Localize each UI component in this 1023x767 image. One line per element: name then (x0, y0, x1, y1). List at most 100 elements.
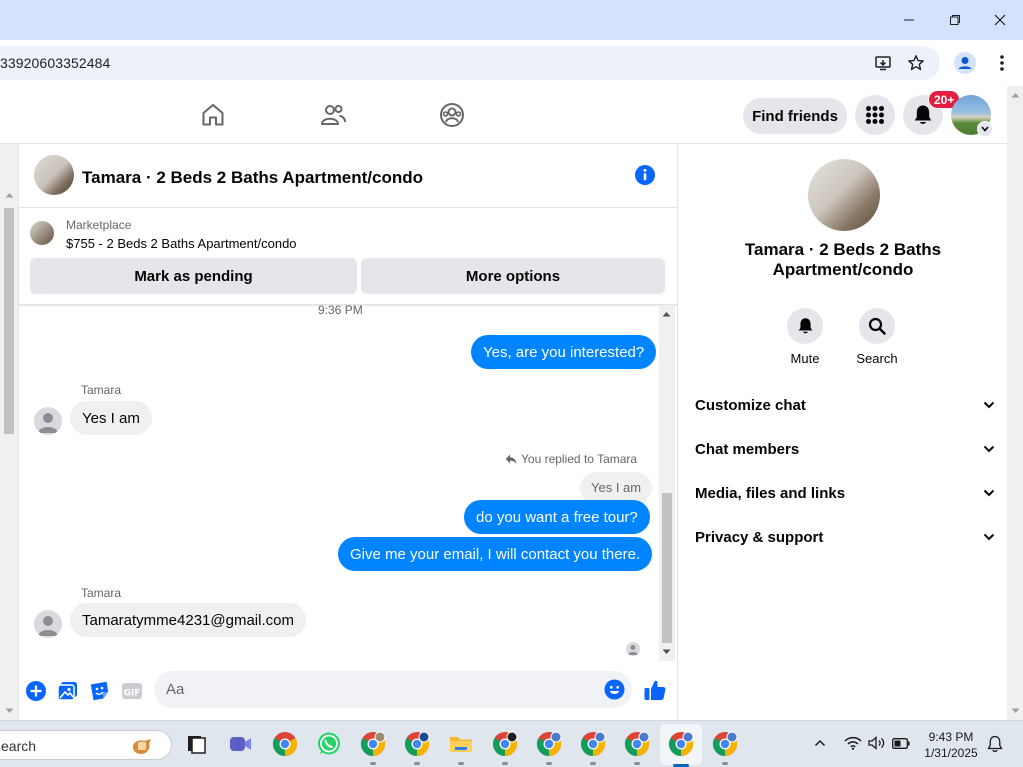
privacy-support-label: Privacy & support (695, 528, 824, 546)
details-title-line1: Tamara · 2 Beds 2 Baths (744, 240, 942, 259)
scroll-up-arrow-icon[interactable] (662, 311, 671, 317)
meet-video-icon[interactable] (227, 731, 253, 757)
message-input[interactable] (166, 671, 586, 708)
chat-members-label: Chat members (695, 440, 800, 458)
message-scrollbar[interactable] (659, 305, 675, 661)
thumbs-up-icon[interactable] (643, 678, 667, 702)
outgoing-message[interactable]: Give me your email, I will contact you t… (338, 537, 653, 571)
close-window-button[interactable] (977, 0, 1023, 40)
search-action[interactable]: Search (847, 308, 907, 366)
plus-circle-icon[interactable] (25, 680, 47, 702)
customize-chat-section[interactable]: Customize chat (695, 393, 995, 417)
browser-titlebar (0, 0, 1023, 40)
friends-icon[interactable] (320, 102, 346, 128)
mute-action[interactable]: Mute (775, 308, 835, 366)
mute-label: Mute (790, 351, 820, 366)
restore-icon (950, 15, 960, 25)
mute-button[interactable] (787, 308, 823, 344)
search-icon (868, 317, 886, 335)
browser-menu-icon[interactable] (992, 51, 1012, 75)
more-options-button[interactable]: More options (361, 258, 665, 294)
chat-title[interactable]: Tamara · 2 Beds 2 Baths Apartment/condo (82, 168, 423, 188)
message-scroll-thumb[interactable] (662, 493, 672, 643)
scroll-up-arrow-icon[interactable] (1011, 92, 1020, 98)
chevron-down-icon (981, 126, 989, 132)
scroll-down-arrow-icon[interactable] (5, 708, 14, 714)
listing-thumbnail[interactable] (30, 221, 54, 245)
chrome-profile-icon[interactable] (624, 731, 650, 757)
mark-as-pending-button[interactable]: Mark as pending (30, 258, 357, 294)
incoming-message[interactable]: Tamaratymme4231@gmail.com (70, 603, 306, 637)
bell-icon (798, 318, 812, 334)
chrome-profile-icon[interactable] (536, 731, 562, 757)
incoming-message[interactable]: Yes I am (70, 401, 152, 435)
scroll-up-arrow-icon[interactable] (5, 192, 14, 198)
bookmark-star-icon[interactable] (907, 54, 925, 72)
omnibox[interactable]: 33920603352484 (0, 46, 940, 80)
url-text[interactable]: 33920603352484 (0, 55, 110, 71)
maximize-button[interactable] (932, 0, 978, 40)
media-files-links-label: Media, files and links (695, 484, 846, 502)
menu-button[interactable] (855, 95, 895, 135)
photo-gallery-icon[interactable] (57, 680, 79, 702)
outgoing-message[interactable]: Yes, are you interested? (471, 335, 657, 369)
volume-icon[interactable] (868, 736, 886, 750)
install-app-icon[interactable] (874, 54, 892, 72)
chevron-down-icon (983, 401, 995, 409)
taskbar-search-text: earch (1, 738, 37, 754)
chrome-profile-icon[interactable] (580, 731, 606, 757)
sender-avatar[interactable] (34, 610, 62, 638)
scroll-down-arrow-icon[interactable] (1011, 708, 1020, 714)
scroll-down-arrow-icon[interactable] (662, 649, 671, 655)
sender-avatar[interactable] (34, 407, 62, 435)
message-timestamp: 9:36 PM (318, 305, 363, 317)
groups-icon[interactable] (439, 102, 465, 128)
running-indicator (370, 762, 376, 765)
page-scrollbar[interactable] (1007, 86, 1023, 720)
info-icon[interactable] (635, 165, 655, 185)
media-files-links-section[interactable]: Media, files and links (695, 481, 995, 505)
chrome-profile-icon[interactable] (360, 731, 386, 757)
minimize-button[interactable] (886, 0, 932, 40)
system-clock[interactable]: 9:43 PM 1/31/2025 (918, 729, 984, 761)
marketplace-label: Marketplace (66, 218, 132, 232)
reply-indicator-text: You replied to Tamara (521, 452, 638, 466)
taskbar-search[interactable]: earch (0, 730, 172, 760)
chrome-profile-icon[interactable] (492, 731, 518, 757)
listing-title[interactable]: $755 - 2 Beds 2 Baths Apartment/condo (66, 236, 297, 251)
chat-members-section[interactable]: Chat members (695, 437, 995, 461)
marketplace-listing-card: Marketplace $755 - 2 Beds 2 Baths Apartm… (19, 208, 677, 305)
emoji-icon[interactable] (604, 679, 625, 700)
message-composer: GIF (19, 661, 677, 720)
wifi-icon[interactable] (844, 736, 862, 750)
chrome-profile-icon[interactable] (668, 731, 694, 757)
chevron-down-icon (983, 533, 995, 541)
chrome-icon[interactable] (272, 731, 298, 757)
left-scroll-thumb[interactable] (4, 208, 14, 434)
minimize-icon (904, 19, 914, 21)
search-highlight-icon (133, 739, 151, 754)
search-button[interactable] (859, 308, 895, 344)
browser-profile-icon[interactable] (954, 52, 976, 74)
chrome-profile-icon[interactable] (404, 731, 430, 757)
outgoing-message[interactable]: do you want a free tour? (464, 500, 650, 534)
sticker-icon[interactable] (89, 680, 111, 702)
chrome-profile-icon[interactable] (712, 731, 738, 757)
message-input-container[interactable] (154, 671, 632, 708)
find-friends-button[interactable]: Find friends (743, 98, 847, 134)
details-avatar[interactable] (808, 159, 880, 231)
file-explorer-icon[interactable] (448, 731, 474, 757)
notification-bell-icon[interactable] (987, 735, 1003, 753)
whatsapp-icon[interactable] (316, 731, 342, 757)
chevron-up-icon[interactable] (814, 739, 826, 747)
chat-avatar[interactable] (34, 155, 74, 195)
battery-icon[interactable] (892, 738, 910, 749)
home-icon[interactable] (200, 102, 226, 128)
running-indicator (546, 762, 552, 765)
gif-icon[interactable]: GIF (121, 680, 143, 702)
task-view-icon[interactable] (183, 731, 209, 757)
menu-grid-icon (866, 106, 884, 124)
message-list[interactable]: 9:36 PM Yes, are you interested? Tamara … (19, 305, 659, 661)
privacy-support-section[interactable]: Privacy & support (695, 525, 995, 549)
account-menu-chevron[interactable] (977, 121, 993, 137)
